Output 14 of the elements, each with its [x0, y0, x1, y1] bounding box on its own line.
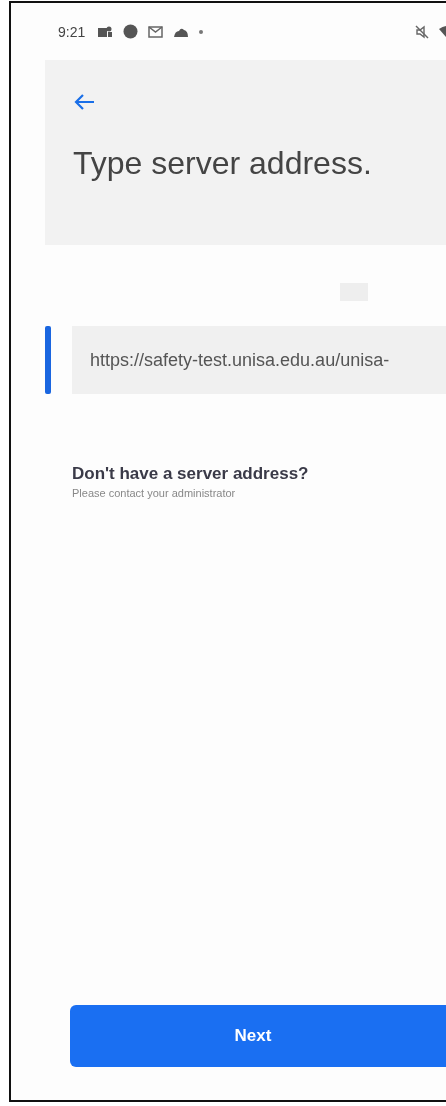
- dot-icon: [123, 24, 139, 39]
- cloud-icon: [173, 26, 190, 37]
- dot-icon: [199, 29, 204, 34]
- mute-icon: [415, 24, 429, 39]
- help-text: Please contact your administrator: [72, 487, 237, 499]
- app-icon: [97, 24, 114, 39]
- mail-icon: [148, 25, 164, 38]
- help-title: Don't have a server address?: [72, 464, 310, 484]
- status-time: 9:21: [58, 23, 86, 40]
- back-arrow-icon: [73, 93, 95, 111]
- next-button[interactable]: Next: [70, 1005, 446, 1067]
- back-button[interactable]: [73, 93, 95, 111]
- server-address-field[interactable]: https://safety-test.unisa.edu.au/unisa-: [72, 326, 446, 394]
- page-title: Type server address.: [73, 145, 373, 182]
